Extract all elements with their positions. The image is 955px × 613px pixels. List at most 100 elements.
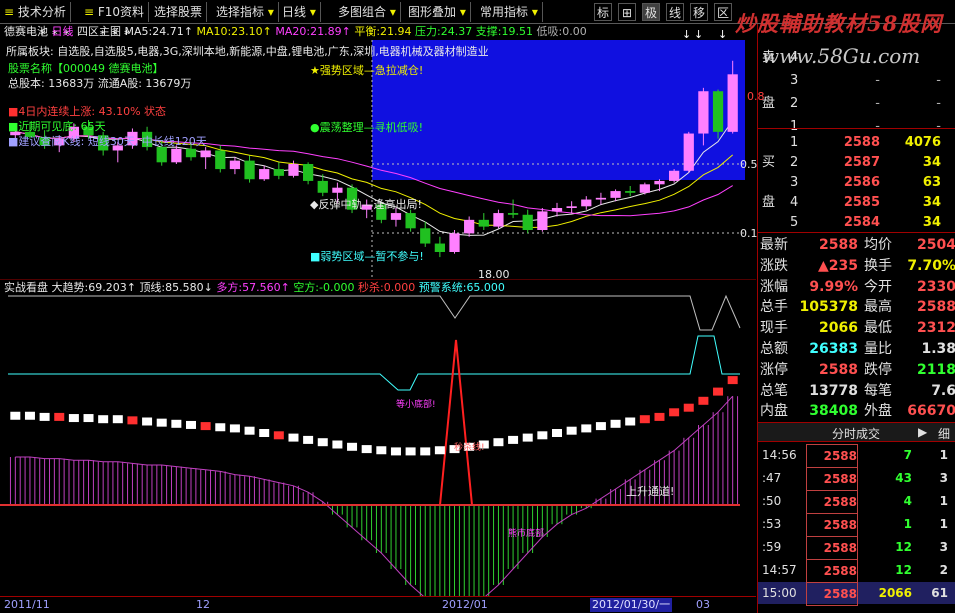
bid-row-5[interactable]: 5 2584 34 <box>758 211 955 234</box>
candle-body <box>566 206 577 208</box>
quote-panel: 卖 4 3 - - 盘 2 - - 1 - - 1 2588 4076 买 2 … <box>757 24 955 613</box>
line-icon[interactable]: 线 <box>666 3 684 21</box>
indicator-square <box>127 416 138 425</box>
menu-multi-chart[interactable]: 多图组合 ▾ <box>334 2 401 22</box>
indicator-square <box>244 426 255 435</box>
tick-row[interactable]: :47 2588 43 3 <box>758 467 955 491</box>
tick-price: 2588 <box>806 559 858 583</box>
ticks-header: 分时成交 ▶ 细 <box>758 422 955 442</box>
scale-05: 0.5 <box>740 158 758 171</box>
indicator-square <box>186 420 196 429</box>
quote-value: 66670 <box>907 403 955 420</box>
tick-row[interactable]: 14:57 2588 12 2 <box>758 559 955 583</box>
quote-label: 均价 <box>864 237 892 253</box>
menu-technical-analysis[interactable]: ≡ 技术分析 <box>0 2 71 22</box>
low-label: 低吸: <box>536 25 563 38</box>
candle-body <box>507 213 519 215</box>
dropdown-icon: ≡ <box>84 5 98 19</box>
ma10-label: MA10: <box>196 25 232 38</box>
indicator-square <box>390 447 401 456</box>
indicator-square <box>273 431 284 440</box>
mark-icon[interactable]: 标 <box>594 3 612 21</box>
extreme-icon[interactable]: 极 <box>642 3 660 21</box>
indicator-square <box>683 403 694 412</box>
candle-body <box>171 148 182 163</box>
candle-body <box>668 170 680 181</box>
menu-common-indicators[interactable]: 常用指标 ▾ <box>476 2 543 22</box>
candle-body <box>259 169 270 180</box>
move-icon[interactable]: 移 <box>690 3 708 21</box>
quote-divider <box>758 232 955 233</box>
menu-select-indicator[interactable]: 选择指标 ▾ <box>212 2 279 22</box>
quote-value: 38408 <box>809 403 858 420</box>
candle-body <box>185 148 197 158</box>
tick-count: 1 <box>939 517 948 531</box>
ask-level: 4 <box>790 50 799 65</box>
cursor-date: 2012/01/30/一 <box>590 598 673 612</box>
ticks-title[interactable]: 分时成交 <box>832 425 880 442</box>
tick-row[interactable]: 14:56 2588 7 1 <box>758 444 955 468</box>
tick-count: 3 <box>939 471 948 485</box>
quote-value: 7.6 <box>931 382 955 399</box>
candle-body <box>522 214 533 230</box>
quote-row: 涨跌 ▲235 换手 7.70% <box>758 255 955 277</box>
tick-time: 14:56 <box>762 448 797 462</box>
tick-row[interactable]: :53 2588 1 1 <box>758 513 955 537</box>
indicator-square <box>595 422 606 431</box>
date-label: 12 <box>196 598 210 611</box>
zone-consolidate: ●震荡整理—寻机低吸! <box>310 121 424 134</box>
candle-body <box>288 164 299 176</box>
indicator-square <box>625 417 636 426</box>
indicator-chart[interactable] <box>0 292 756 596</box>
tick-row[interactable]: :50 2588 4 1 <box>758 490 955 514</box>
quote-value: 13778 <box>809 382 858 399</box>
menu-select-stock[interactable]: 选择股票 <box>150 2 208 22</box>
zone-rebound: ◆反弹中轨—逢高出局! <box>310 198 422 211</box>
quote-value: 2118 <box>917 361 955 378</box>
quote-value: 2330 <box>917 278 955 295</box>
tick-row[interactable]: :59 2588 12 3 <box>758 536 955 560</box>
indicator-square <box>288 433 299 442</box>
quote-value: 2066 <box>819 320 858 337</box>
tick-price: 2588 <box>806 490 858 514</box>
ask-row-4[interactable]: 卖 4 <box>758 46 955 69</box>
indicator-square <box>142 417 153 426</box>
candle-body <box>712 91 724 132</box>
indicator-square <box>552 429 562 437</box>
quote-value: 2312 <box>917 320 955 337</box>
indicator-square <box>68 414 79 423</box>
indicator-square <box>98 415 109 424</box>
indicator-square <box>581 424 592 433</box>
grid-icon[interactable]: ⊞ <box>618 3 636 21</box>
tick-row[interactable]: 15:00 2588 2066 61 <box>758 582 955 606</box>
ma20-label: MA20: <box>275 25 311 38</box>
bid-volume: 34 <box>922 215 941 230</box>
menu-period[interactable]: 日线 ▾ <box>278 2 321 22</box>
ask-row-2[interactable]: 盘 2 - - <box>758 92 955 115</box>
candle-body <box>551 208 563 212</box>
menu-f10[interactable]: ≡ F10资料 <box>80 2 150 22</box>
dropdown-icon: ≡ <box>4 5 18 19</box>
stat-kline: ■建议查阅K线: 短线30天, 中长线120天 <box>8 135 207 148</box>
quote-value: 2588 <box>819 361 858 378</box>
indicator-square <box>215 423 226 432</box>
zone-icon[interactable]: 区 <box>714 3 732 21</box>
candle-body <box>625 191 636 193</box>
ask-row-3[interactable]: 3 - - <box>758 69 955 92</box>
indicator-lines <box>8 294 741 596</box>
indicator-square <box>669 408 680 417</box>
tick-time: :50 <box>762 494 782 508</box>
blue-square-icon: ■ <box>8 135 19 148</box>
quote-label: 涨跌 <box>760 257 788 274</box>
quote-row: 总额 26383 量比 1.38 <box>758 338 955 360</box>
next-arrow-icon[interactable]: ▶ <box>918 425 927 439</box>
indicator-square <box>24 411 35 420</box>
detail-button[interactable]: 细 <box>938 425 950 442</box>
date-axis: 2011/11 12 2012/01 2012/01/30/一 03 <box>0 596 756 613</box>
candle-body <box>405 213 416 229</box>
stock-name[interactable]: 德赛电池 <box>4 25 48 38</box>
indicator-square <box>522 433 533 442</box>
ask-volume: - <box>936 73 941 88</box>
menu-overlay[interactable]: 图形叠加 ▾ <box>404 2 471 22</box>
ma5-label: MA5: <box>124 25 153 38</box>
